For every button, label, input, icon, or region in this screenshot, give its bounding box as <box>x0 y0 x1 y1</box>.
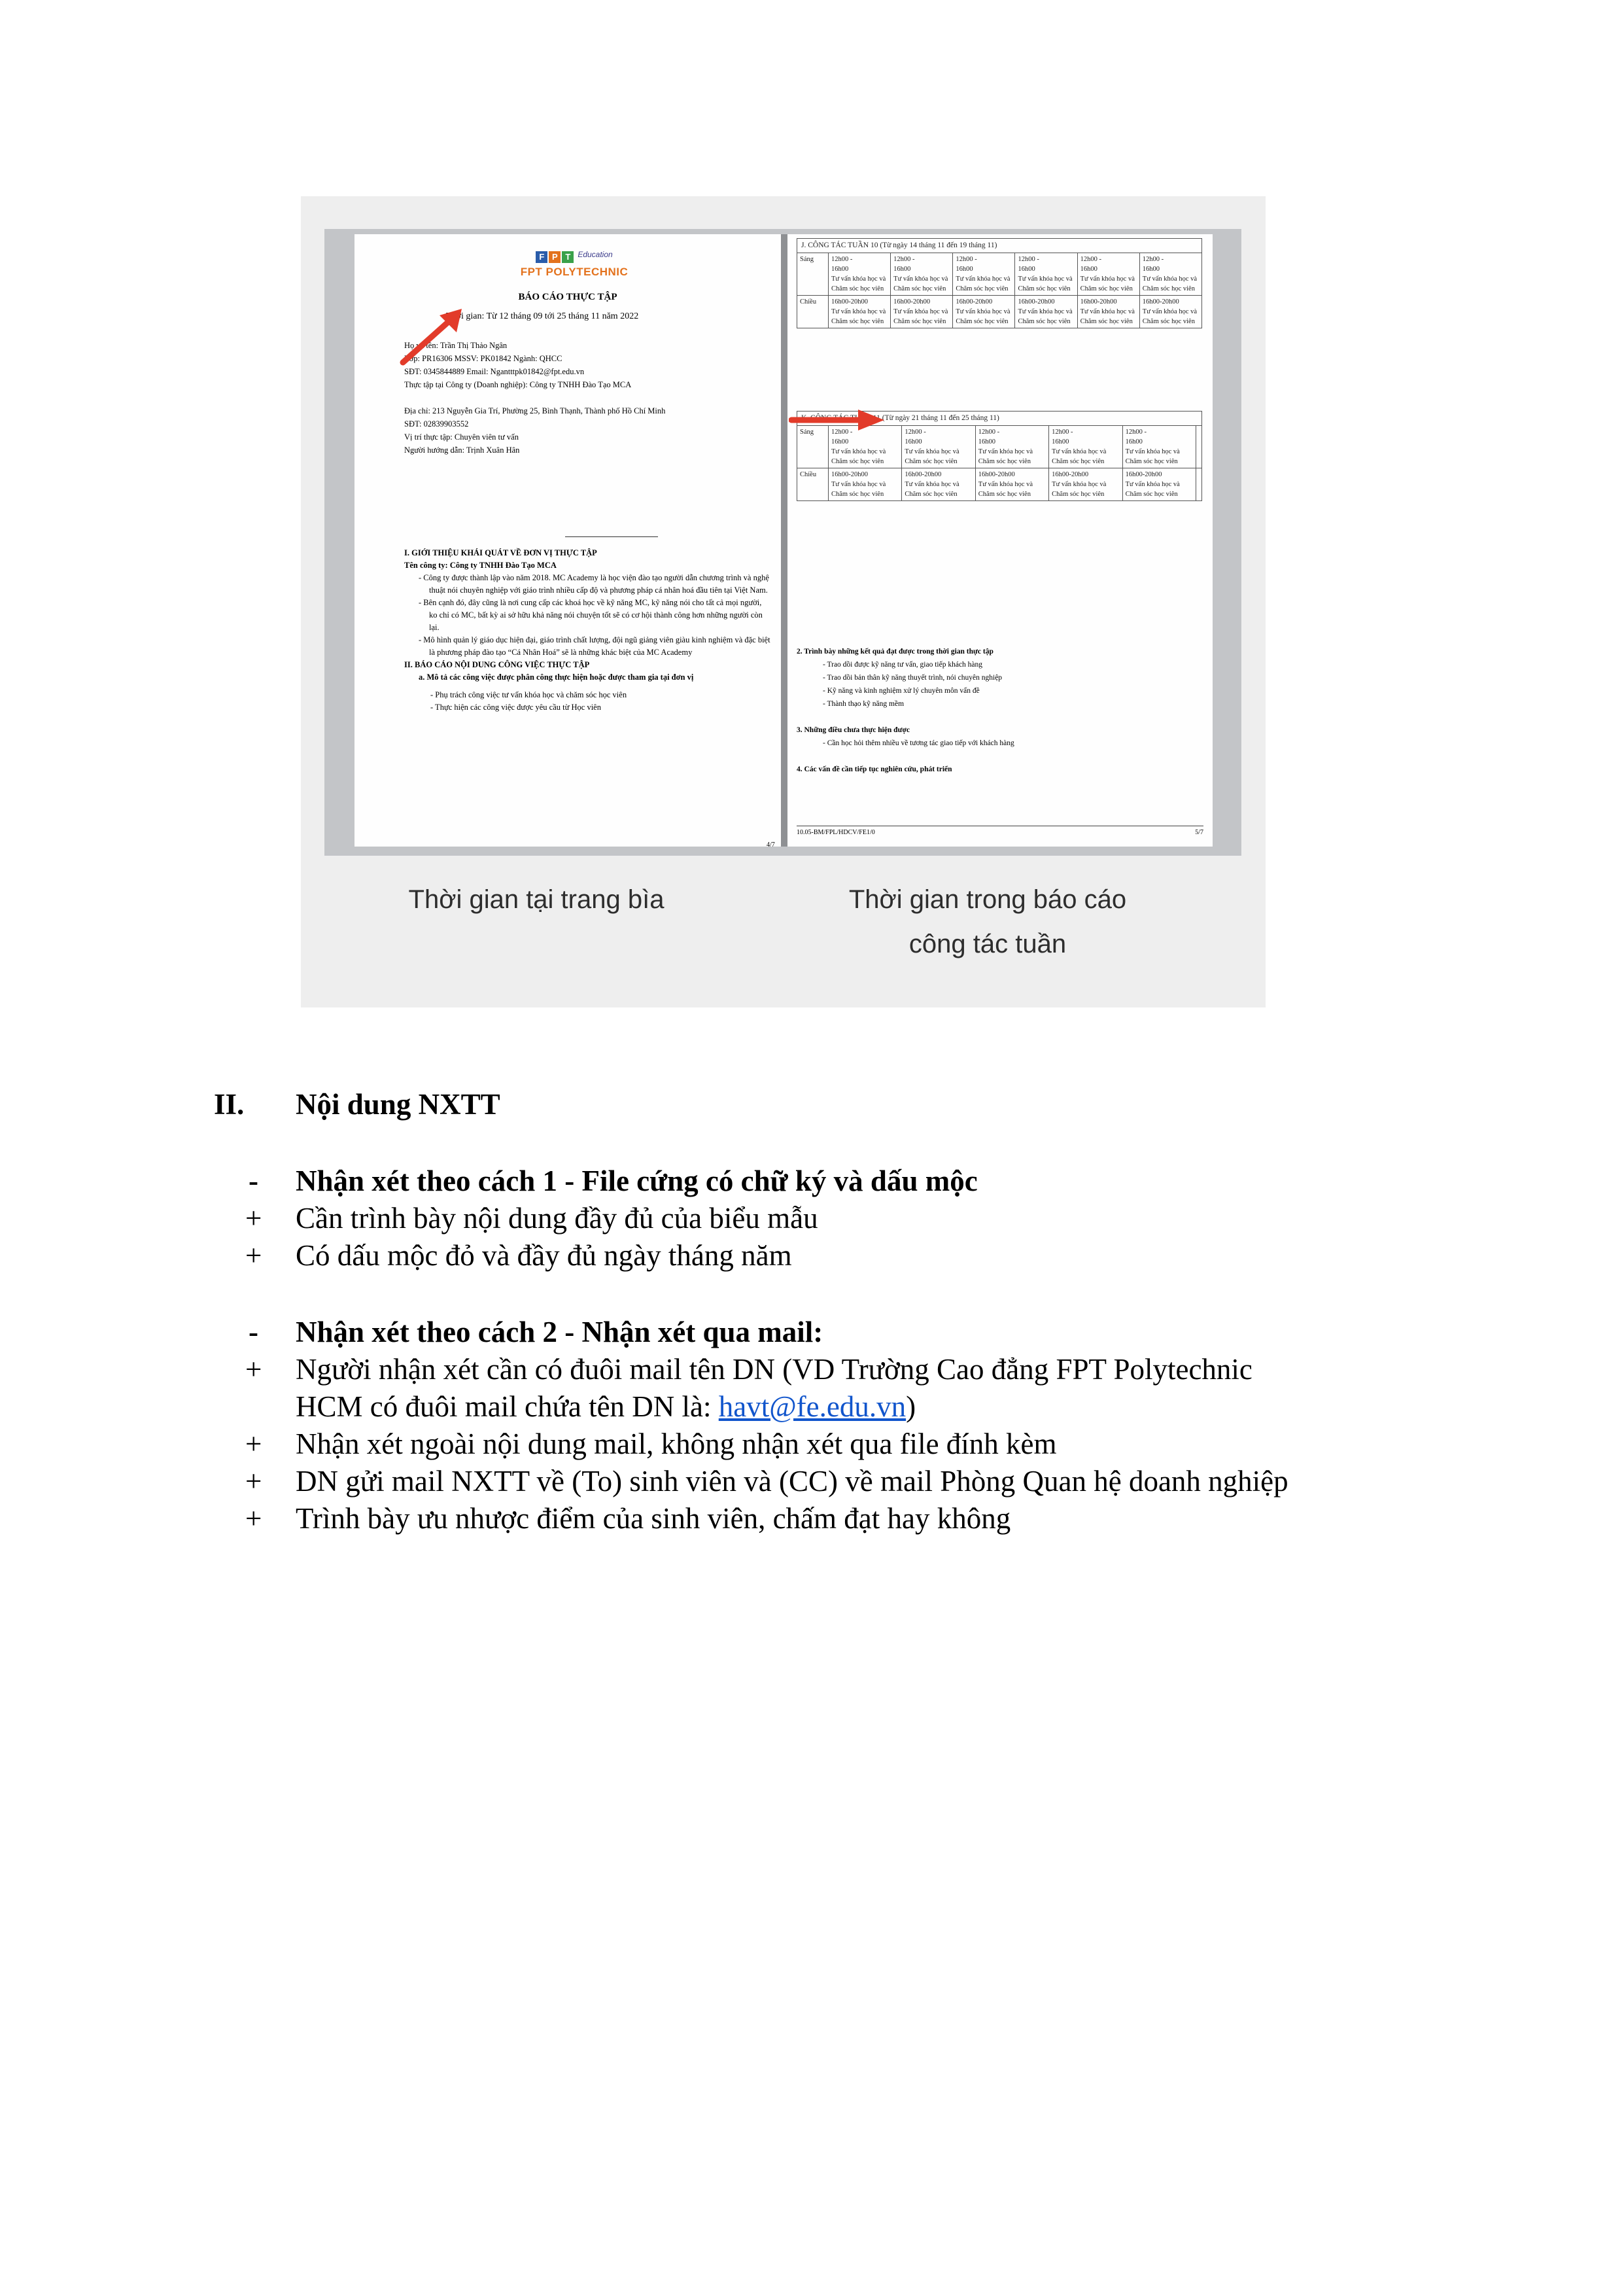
plus-bullet: + <box>245 1239 262 1272</box>
plus-bullet: + <box>245 1428 262 1460</box>
week-10-header: J. CÔNG TÁC TUẦN 10 (Từ ngày 14 tháng 11… <box>797 238 1202 253</box>
info-line: Thực tập tại Công ty (Doanh nghiệp): Côn… <box>404 380 632 389</box>
info-line: Địa chỉ: 213 Nguyễn Gia Trí, Phường 25, … <box>404 406 666 415</box>
info-line: SĐT: 02839903552 <box>404 419 469 429</box>
schedule-cell: 16h00-20h00 Tư vấn khóa học và Chăm sóc … <box>1048 468 1123 501</box>
plus-bullet: + <box>245 1465 262 1498</box>
result-item: - Trao dồi được kỹ năng tư vấn, giao tiế… <box>823 661 983 669</box>
section-heading: 3. Những điều chưa thực hiện được <box>797 726 910 734</box>
result-item: - Trao dồi bản thân kỹ năng thuyết trình… <box>823 674 1003 682</box>
schedule-cell: 12h00 - 16h00 Tư vấn khóa học và Chăm só… <box>1122 425 1196 468</box>
session-label: Chiều <box>797 295 829 328</box>
page-number: 4/7 <box>767 841 775 847</box>
report-screenshot-figure: FPT Education FPT POLYTECHNIC BÁO CÁO TH… <box>301 196 1266 1007</box>
fpt-logo-mark: FPT <box>536 251 575 263</box>
logo-brand-text: FPT POLYTECHNIC <box>520 266 629 278</box>
method-2-title: Nhận xét theo cách 2 - Nhận xét qua mail… <box>296 1316 823 1348</box>
red-arrow-icon <box>400 309 462 366</box>
section-heading: 2. Trình bày những kết quả đạt được tron… <box>797 648 993 656</box>
schedule-cell: 12h00 - 16h00 Tư vấn khóa học và Chăm só… <box>975 425 1050 468</box>
caption-right-line-1: Thời gian trong báo cáo <box>848 885 1127 914</box>
schedule-cell: 16h00-20h00 Tư vấn khóa học và Chăm sóc … <box>1014 295 1078 328</box>
session-label: Chiều <box>797 468 829 501</box>
session-label: Sáng <box>797 253 829 296</box>
schedule-cell <box>1195 425 1203 468</box>
schedule-cell: 12h00 - 16h00 Tư vấn khóa học và Chăm só… <box>890 253 954 296</box>
info-line: Vị trí thực tập: Chuyên viên tư vấn <box>404 432 519 442</box>
method-2-item: DN gửi mail NXTT về (To) sinh viên và (C… <box>296 1465 1288 1498</box>
method-2-item: Người nhận xét cần có đuôi mail tên DN (… <box>296 1353 1253 1386</box>
caption-left: Thời gian tại trang bìa <box>408 885 665 914</box>
page-number: 5/7 <box>1195 829 1203 836</box>
subsection-heading: a. Mô tả các công việc được phân công th… <box>419 673 694 682</box>
text-span: HCM có đuôi mail chứa tên DN là: <box>296 1390 719 1423</box>
logo-education-text: Education <box>578 250 613 259</box>
schedule-row: Chiều 16h00-20h00 Tư vấn khóa học và Chăm… <box>797 468 1203 501</box>
schedule-cell: 16h00-20h00 Tư vấn khóa học và Chăm sóc … <box>901 468 976 501</box>
book-spine <box>781 234 787 847</box>
method-2-item: Nhận xét ngoài nội dung mail, không nhận… <box>296 1428 1057 1460</box>
task-item: - Thực hiện các công việc được yêu cầu t… <box>430 703 601 712</box>
plus-bullet: + <box>245 1202 262 1235</box>
method-2-bullet: - <box>249 1316 258 1348</box>
schedule-cell: 16h00-20h00 Tư vấn khóa học và Chăm sóc … <box>827 295 891 328</box>
result-item: - Kỹ năng và kinh nghiệm xử lý chuyên mô… <box>823 687 980 695</box>
section-heading: I. GIỚI THIỆU KHÁI QUÁT VỀ ĐƠN VỊ THỰC T… <box>404 548 597 557</box>
schedule-cell: 16h00-20h00 Tư vấn khóa học và Chăm sóc … <box>952 295 1016 328</box>
divider <box>565 536 658 537</box>
company-name: Tên công ty: Công ty TNHH Đào Tạo MCA <box>404 561 557 570</box>
footer-code: 10.05-BM/FPL/HDCV/FE1/0 <box>797 829 875 836</box>
page-footer: 10.05-BM/FPL/HDCV/FE1/0 5/7 <box>797 826 1203 836</box>
schedule-cell: 12h00 - 16h00 Tư vấn khóa học và Chăm só… <box>952 253 1016 296</box>
schedule-cell: 16h00-20h00 Tư vấn khóa học và Chăm sóc … <box>890 295 954 328</box>
fpt-logo: FPT Education FPT POLYTECHNIC <box>509 250 640 279</box>
schedule-cell: 12h00 - 16h00 Tư vấn khóa học và Chăm só… <box>1014 253 1078 296</box>
method-2-item: Trình bày ưu nhược điểm của sinh viên, c… <box>296 1502 1011 1535</box>
intro-bullet: - Bên cạnh đó, đây cũng là nơi cung cấp … <box>419 598 763 632</box>
week-10-table: J. CÔNG TÁC TUẦN 10 (Từ ngày 14 tháng 11… <box>797 238 1203 328</box>
caption-right-line-2: công tác tuần <box>908 930 1067 958</box>
method-2-item-continuation: HCM có đuôi mail chứa tên DN là: havt@fe… <box>296 1388 916 1426</box>
not-done-item: - Cần học hỏi thêm nhiều về tương tác gi… <box>823 739 1014 747</box>
method-1-title: Nhận xét theo cách 1 - File cứng có chữ … <box>296 1165 978 1197</box>
right-report-page: J. CÔNG TÁC TUẦN 10 (Từ ngày 14 tháng 11… <box>787 234 1213 847</box>
result-item: - Thành thạo kỹ năng mềm <box>823 700 905 708</box>
schedule-cell: 16h00-20h00 Tư vấn khóa học và Chăm sóc … <box>975 468 1050 501</box>
method-1-bullet: - <box>249 1165 258 1197</box>
red-arrow-icon <box>789 410 884 430</box>
section-title: Nội dung NXTT <box>296 1088 500 1121</box>
method-1-item: Cần trình bày nội dung đầy đủ của biểu m… <box>296 1202 818 1235</box>
left-report-page: FPT Education FPT POLYTECHNIC BÁO CÁO TH… <box>354 234 781 847</box>
schedule-cell: 12h00 - 16h00 Tư vấn khóa học và Chăm só… <box>1048 425 1123 468</box>
section-number: II. <box>214 1088 245 1121</box>
intro-bullet: - Công ty được thành lập vào năm 2018. M… <box>419 573 769 595</box>
schedule-cell: 16h00-20h00 Tư vấn khóa học và Chăm sóc … <box>1077 295 1140 328</box>
schedule-cell: 16h00-20h00 Tư vấn khóa học và Chăm sóc … <box>1139 295 1203 328</box>
schedule-row: Chiều 16h00-20h00 Tư vấn khóa học và Chăm… <box>797 295 1203 328</box>
results-section: 2. Trình bày những kết quả đạt được tron… <box>797 645 1202 776</box>
info-line: Người hướng dẫn: Trịnh Xuân Hân <box>404 446 520 455</box>
schedule-cell: 16h00-20h00 Tư vấn khóa học và Chăm sóc … <box>1122 468 1196 501</box>
schedule-cell: 16h00-20h00 Tư vấn khóa học và Chăm sóc … <box>827 468 903 501</box>
report-time: Thời gian: Từ 12 tháng 09 tới 25 tháng 1… <box>446 311 639 321</box>
open-book-image: FPT Education FPT POLYTECHNIC BÁO CÁO TH… <box>324 229 1241 856</box>
email-link[interactable]: havt@fe.edu.vn <box>719 1390 906 1423</box>
schedule-cell: 12h00 - 16h00 Tư vấn khóa học và Chăm só… <box>901 425 976 468</box>
plus-bullet: + <box>245 1502 262 1535</box>
task-item: - Phụ trách công việc tư vấn khóa học và… <box>430 690 627 699</box>
intro-section: I. GIỚI THIỆU KHÁI QUÁT VỀ ĐƠN VỊ THỰC T… <box>404 547 770 714</box>
section-heading: 4. Các vấn đề cần tiếp tục nghiên cứu, p… <box>797 765 952 773</box>
section-heading: II. BÁO CÁO NỘI DUNG CÔNG VIỆC THỰC TẬP <box>404 660 590 669</box>
method-1-item: Có dấu mộc đỏ và đầy đủ ngày tháng năm <box>296 1239 792 1272</box>
intro-bullet: - Mô hình quản lý giáo dục hiện đại, giá… <box>419 635 770 657</box>
plus-bullet: + <box>245 1353 262 1386</box>
info-line <box>404 391 770 404</box>
schedule-cell: 12h00 - 16h00 Tư vấn khóa học và Chăm só… <box>1077 253 1140 296</box>
text-span: ) <box>906 1390 916 1423</box>
schedule-row: Sáng 12h00 - 16h00 Tư vấn khóa học và Chă… <box>797 253 1203 296</box>
schedule-cell <box>1195 468 1203 501</box>
schedule-cell: 12h00 - 16h00 Tư vấn khóa học và Chăm só… <box>1139 253 1203 296</box>
schedule-cell: 12h00 - 16h00 Tư vấn khóa học và Chăm só… <box>827 253 891 296</box>
